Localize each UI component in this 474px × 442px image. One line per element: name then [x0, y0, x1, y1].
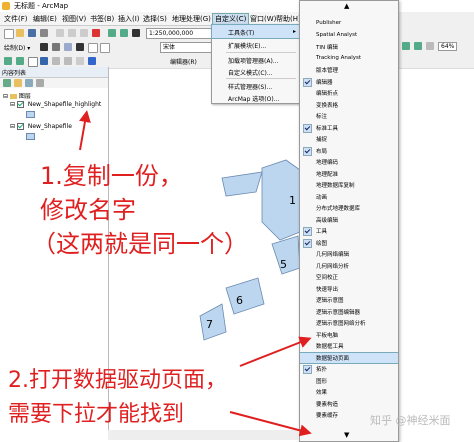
arrow-to-scroll-down — [229, 411, 312, 437]
arrow-to-data-driven-pages — [239, 336, 312, 367]
annotation-arrows — [79, 110, 312, 437]
watermark: 知乎 @神经米面 — [370, 414, 451, 427]
arrow-to-layer — [79, 110, 91, 151]
